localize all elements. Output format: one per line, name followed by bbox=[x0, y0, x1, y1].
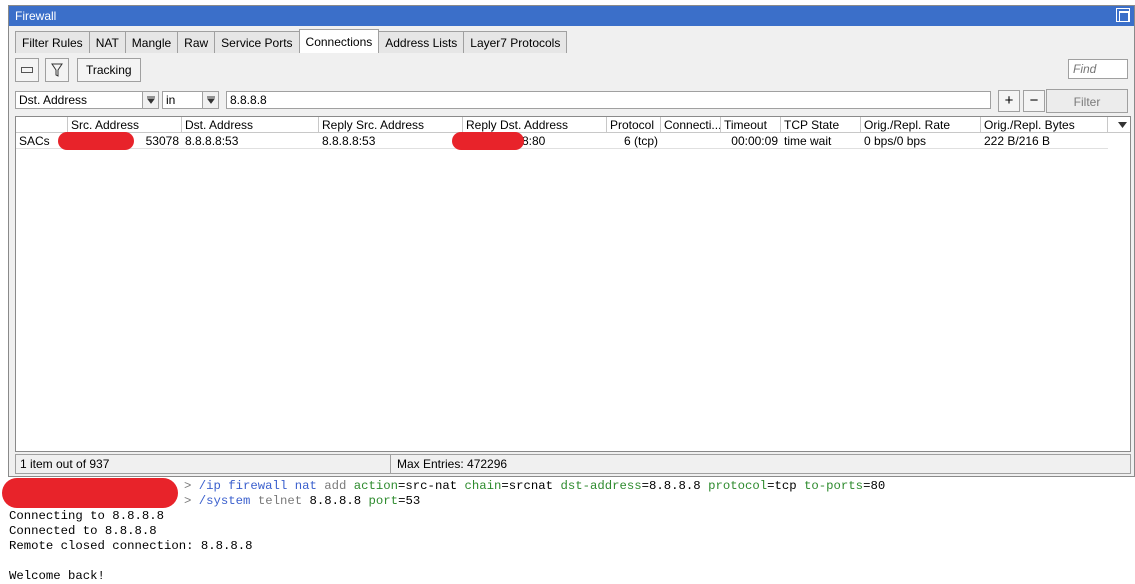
tab-service-ports[interactable]: Service Ports bbox=[214, 31, 300, 53]
cell-protocol: 6 (tcp) bbox=[623, 134, 658, 148]
terminal-prompt: > bbox=[184, 494, 199, 508]
command-verb: telnet bbox=[257, 494, 303, 508]
filter-value-input[interactable]: 8.8.8.8 bbox=[226, 91, 991, 109]
terminal-command-line: > /ip firewall nat add action = src-nat ch… bbox=[184, 479, 885, 494]
cell-tcp-state: time wait bbox=[784, 134, 832, 148]
command-path: /ip firewall nat bbox=[198, 479, 325, 493]
col-flags[interactable] bbox=[16, 117, 68, 133]
terminal-output-line: Connected to 8.8.8.8 bbox=[9, 524, 157, 538]
tab-raw[interactable]: Raw bbox=[177, 31, 216, 53]
firewall-window: Firewall Filter Rules NAT Mangle Raw Ser… bbox=[8, 5, 1135, 477]
command-arg-key: port bbox=[368, 494, 399, 508]
col-timeout[interactable]: Timeout bbox=[721, 117, 781, 133]
command-equals: = bbox=[767, 479, 775, 493]
command-arg-value: 8.8.8.8 bbox=[649, 479, 701, 493]
command-arg-value: 80 bbox=[870, 479, 886, 493]
window-title: Firewall bbox=[15, 9, 57, 23]
table-header: Src. Address Dst. Address Reply Src. Add… bbox=[16, 117, 1130, 133]
filter-field-value: Dst. Address bbox=[19, 93, 88, 107]
tab-nat[interactable]: NAT bbox=[88, 31, 126, 53]
dropdown-arrow-icon[interactable] bbox=[142, 92, 158, 108]
filter-toggle-button[interactable] bbox=[45, 58, 69, 82]
cell-connection bbox=[661, 133, 721, 149]
command-verb: add bbox=[324, 479, 347, 493]
command-space bbox=[346, 479, 353, 493]
command-arg-value: 53 bbox=[405, 494, 421, 508]
find-input[interactable] bbox=[1068, 59, 1128, 79]
col-tcp-state[interactable]: TCP State bbox=[781, 117, 861, 133]
cell-orig-repl-bytes: 222 B/216 B bbox=[984, 134, 1051, 148]
col-connection[interactable]: Connecti... bbox=[661, 117, 721, 133]
command-space bbox=[701, 479, 708, 493]
command-arg-value: src-nat bbox=[405, 479, 458, 493]
remove-filter-button[interactable]: − bbox=[1023, 90, 1045, 112]
tab-filter-rules[interactable]: Filter Rules bbox=[15, 31, 90, 53]
col-src-address[interactable]: Src. Address bbox=[68, 117, 182, 133]
tab-bar: Filter Rules NAT Mangle Raw Service Port… bbox=[15, 29, 568, 53]
col-orig-repl-bytes[interactable]: Orig./Repl. Bytes bbox=[981, 117, 1108, 133]
redaction-mark bbox=[452, 132, 524, 150]
command-space bbox=[797, 479, 804, 493]
funnel-icon bbox=[51, 63, 63, 77]
filter-operator-value: in bbox=[166, 93, 176, 107]
cell-dst-address: 8.8.8.8:53 bbox=[185, 134, 239, 148]
filter-operator-select[interactable]: in bbox=[162, 91, 219, 109]
command-arg-value: tcp bbox=[774, 479, 797, 493]
minus-box-icon bbox=[21, 67, 33, 73]
cell-orig-repl-rate: 0 bps/0 bps bbox=[864, 134, 927, 148]
command-arg-key: dst-address bbox=[560, 479, 642, 493]
tab-layer7-protocols[interactable]: Layer7 Protocols bbox=[463, 31, 568, 53]
tracking-button[interactable]: Tracking bbox=[77, 58, 141, 82]
item-count: 1 item out of 937 bbox=[16, 455, 391, 473]
filter-field-select[interactable]: Dst. Address bbox=[15, 91, 159, 109]
table-row[interactable]: SACs 53078 8.8.8.8:53 8.8.8.8:53 8:80 6 … bbox=[16, 132, 1108, 150]
command-space bbox=[361, 494, 368, 508]
column-menu-icon[interactable] bbox=[1114, 117, 1130, 133]
tab-address-lists[interactable]: Address Lists bbox=[378, 31, 465, 53]
terminal-command-line: > /system telnet 8.8.8.8 port=53 bbox=[184, 494, 420, 509]
window-titlebar[interactable]: Firewall bbox=[9, 6, 1134, 26]
terminal-output-line: Connecting to 8.8.8.8 bbox=[9, 509, 164, 523]
connections-table: Src. Address Dst. Address Reply Src. Add… bbox=[15, 116, 1131, 452]
command-arg-key: protocol bbox=[708, 479, 768, 493]
cell-reply-src-address: 8.8.8.8:53 bbox=[322, 134, 376, 148]
terminal-output-line: Remote closed connection: 8.8.8.8 bbox=[9, 539, 253, 553]
dropdown-arrow-icon[interactable] bbox=[202, 92, 218, 108]
col-orig-repl-rate[interactable]: Orig./Repl. Rate bbox=[861, 117, 981, 133]
toolbar: Tracking bbox=[15, 57, 1128, 83]
col-reply-dst-address[interactable]: Reply Dst. Address bbox=[463, 117, 607, 133]
filter-row: Dst. Address in 8.8.8.8 + − Filter bbox=[15, 89, 1128, 113]
command-arg-value: srcnat bbox=[508, 479, 554, 493]
terminal[interactable]: > /ip firewall nat add action = src-nat ch… bbox=[0, 478, 1135, 583]
status-bar: 1 item out of 937 Max Entries: 472296 bbox=[15, 454, 1131, 474]
command-path: /system bbox=[198, 494, 258, 508]
cell-reply-dst-address: 8:80 bbox=[522, 134, 546, 148]
add-filter-button[interactable]: + bbox=[998, 90, 1020, 112]
collapse-button[interactable] bbox=[15, 58, 39, 82]
tab-connections[interactable]: Connections bbox=[298, 29, 380, 53]
col-reply-src-address[interactable]: Reply Src. Address bbox=[319, 117, 463, 133]
cell-timeout: 00:00:09 bbox=[731, 134, 778, 148]
col-dst-address[interactable]: Dst. Address bbox=[182, 117, 319, 133]
command-arg-key: chain bbox=[464, 479, 502, 493]
terminal-prompt: > bbox=[184, 479, 199, 493]
redaction-mark bbox=[2, 478, 178, 508]
tab-mangle[interactable]: Mangle bbox=[124, 31, 179, 53]
col-protocol[interactable]: Protocol bbox=[607, 117, 661, 133]
filter-button[interactable]: Filter bbox=[1046, 89, 1128, 113]
redaction-mark bbox=[58, 132, 134, 150]
command-arg-key: action bbox=[353, 479, 399, 493]
command-equals: = bbox=[501, 479, 509, 493]
command-arg-key: to-ports bbox=[804, 479, 864, 493]
command-equals: = bbox=[641, 479, 650, 493]
maximize-icon[interactable] bbox=[1116, 8, 1130, 22]
command-arg-value: 8.8.8.8 bbox=[309, 494, 362, 508]
max-entries: Max Entries: 472296 bbox=[397, 457, 508, 471]
